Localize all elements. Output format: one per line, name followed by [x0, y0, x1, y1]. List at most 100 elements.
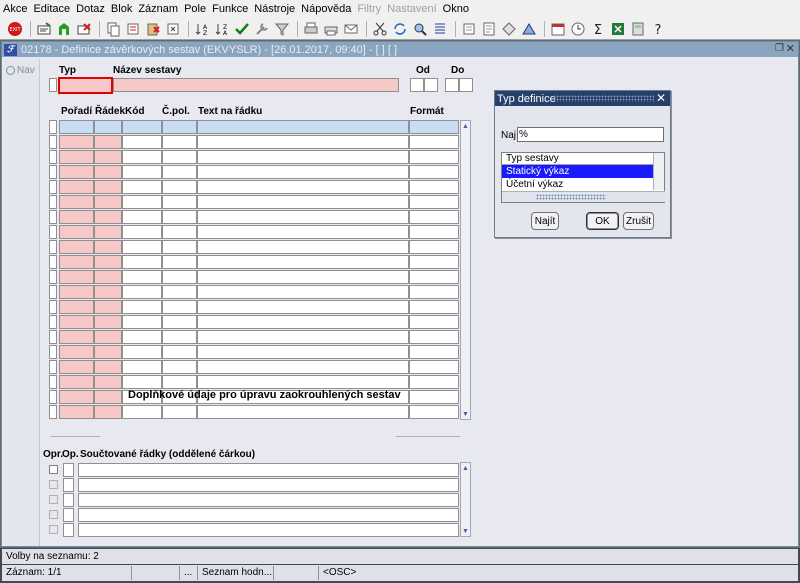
grid-cell[interactable]: [94, 390, 122, 404]
list-vscrollbar[interactable]: [653, 153, 664, 190]
grid-cell[interactable]: [94, 255, 122, 269]
grid-cell[interactable]: [122, 135, 162, 149]
grid-cell[interactable]: [122, 165, 162, 179]
scissors-icon[interactable]: [371, 20, 389, 38]
grid-cell[interactable]: [162, 315, 197, 329]
grid-cell[interactable]: [122, 150, 162, 164]
grid-cell[interactable]: [122, 120, 162, 134]
row-indicator[interactable]: [49, 285, 57, 299]
grid-cell[interactable]: [409, 120, 459, 134]
grid-cell[interactable]: [162, 210, 197, 224]
grid-cell[interactable]: [197, 345, 409, 359]
grid-cell[interactable]: [122, 180, 162, 194]
grid-cell[interactable]: [197, 315, 409, 329]
nazev-field[interactable]: [113, 78, 399, 92]
list-item[interactable]: Účetní výkaz: [502, 178, 653, 191]
grid-cell[interactable]: [409, 300, 459, 314]
calendar-icon[interactable]: [549, 20, 567, 38]
row-indicator[interactable]: [49, 210, 57, 224]
grid-cell[interactable]: [409, 405, 459, 419]
menu-blok[interactable]: Blok: [111, 3, 132, 15]
grid-cell[interactable]: [409, 165, 459, 179]
grid-cell[interactable]: [122, 315, 162, 329]
grid-cell[interactable]: [59, 255, 94, 269]
mail-icon[interactable]: [342, 20, 360, 38]
row-indicator[interactable]: [49, 165, 57, 179]
opr-checkbox[interactable]: [49, 525, 58, 534]
grid-cell[interactable]: [94, 315, 122, 329]
grid-cell[interactable]: [94, 165, 122, 179]
sum-icon[interactable]: Σ: [589, 20, 607, 38]
rounding-scrollbar[interactable]: ▲ ▼: [460, 462, 471, 537]
grid-cell[interactable]: [409, 360, 459, 374]
row-indicator[interactable]: [49, 315, 57, 329]
do-field-2[interactable]: [459, 78, 473, 92]
lov-list[interactable]: Typ sestavy Statický výkaz Účetní výkaz: [501, 152, 665, 203]
menu-zaznam[interactable]: Záznam: [138, 3, 178, 15]
grid-cell[interactable]: [59, 165, 94, 179]
grid-cell[interactable]: [162, 270, 197, 284]
do-field-1[interactable]: [445, 78, 459, 92]
zoom-icon[interactable]: [411, 20, 429, 38]
grid-cell[interactable]: [162, 240, 197, 254]
new-record-icon[interactable]: [55, 20, 73, 38]
grid-cell[interactable]: [122, 360, 162, 374]
summed-rows-field[interactable]: [78, 463, 459, 477]
grid-cell[interactable]: [409, 255, 459, 269]
grid-cell[interactable]: [162, 165, 197, 179]
row-indicator[interactable]: [49, 330, 57, 344]
grid-cell[interactable]: [59, 285, 94, 299]
grid-cell[interactable]: [122, 300, 162, 314]
grid-cell[interactable]: [122, 345, 162, 359]
scroll-thumb[interactable]: [536, 194, 606, 200]
grid-cell[interactable]: [197, 150, 409, 164]
grid-cell[interactable]: [162, 375, 197, 389]
restore-icon[interactable]: ❐: [775, 43, 784, 54]
row-indicator[interactable]: [49, 375, 57, 389]
grid-cell[interactable]: [197, 360, 409, 374]
grid-cell[interactable]: [197, 300, 409, 314]
grid-cell[interactable]: [197, 165, 409, 179]
clock-icon[interactable]: [569, 20, 587, 38]
excel-icon[interactable]: [609, 20, 627, 38]
row-indicator[interactable]: [49, 225, 57, 239]
grid-cell[interactable]: [197, 255, 409, 269]
grid-cell[interactable]: [59, 390, 94, 404]
tools-icon[interactable]: [253, 20, 271, 38]
grid-cell[interactable]: [94, 375, 122, 389]
cut-icon[interactable]: [124, 20, 142, 38]
find-button[interactable]: Najít: [531, 212, 559, 230]
menu-okno[interactable]: Okno: [443, 3, 469, 15]
grid-cell[interactable]: [409, 180, 459, 194]
grid-cell[interactable]: [122, 405, 162, 419]
row-indicator[interactable]: [49, 345, 57, 359]
row-indicator[interactable]: [49, 180, 57, 194]
grid-cell[interactable]: [197, 120, 409, 134]
opr-checkbox[interactable]: [49, 510, 58, 519]
grid-cell[interactable]: [59, 315, 94, 329]
grid-cell[interactable]: [59, 225, 94, 239]
grid-cell[interactable]: [122, 255, 162, 269]
delete-record-icon[interactable]: [75, 20, 93, 38]
grid-cell[interactable]: [162, 300, 197, 314]
grid-cell[interactable]: [162, 135, 197, 149]
grid-cell[interactable]: [197, 270, 409, 284]
grid-cell[interactable]: [122, 375, 162, 389]
grid-cell[interactable]: [162, 285, 197, 299]
row-indicator[interactable]: [49, 195, 57, 209]
grid-cell[interactable]: [197, 285, 409, 299]
grid-cell[interactable]: [409, 240, 459, 254]
row-indicator[interactable]: [49, 390, 57, 404]
grid-cell[interactable]: [122, 270, 162, 284]
save-icon[interactable]: [35, 20, 53, 38]
refresh-icon[interactable]: [391, 20, 409, 38]
op-field[interactable]: [63, 478, 74, 492]
help-icon[interactable]: [500, 20, 518, 38]
grid-cell[interactable]: [197, 195, 409, 209]
grid-cell[interactable]: [59, 375, 94, 389]
sort-asc-icon[interactable]: AZ: [193, 20, 211, 38]
grid-cell[interactable]: [59, 405, 94, 419]
grid-cell[interactable]: [162, 405, 197, 419]
row-indicator[interactable]: [49, 255, 57, 269]
nav-button[interactable]: Nav: [4, 59, 39, 82]
